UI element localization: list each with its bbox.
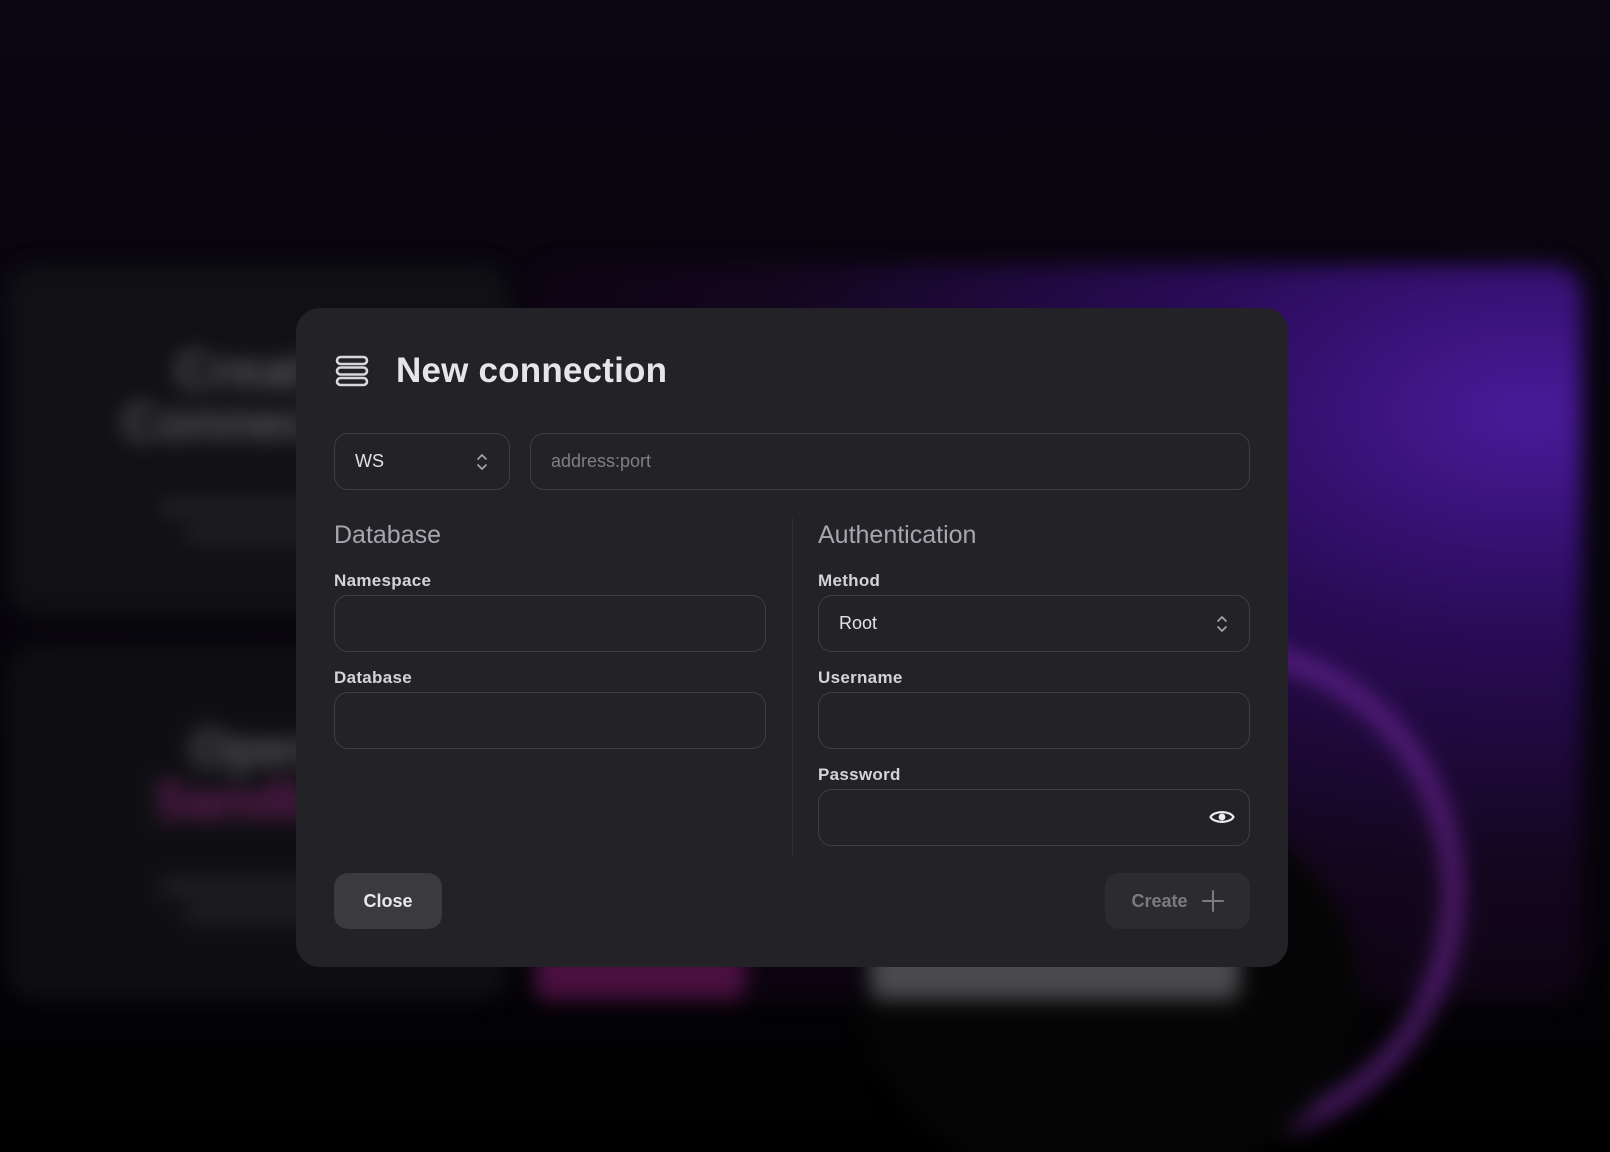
namespace-input[interactable] [334,595,766,652]
method-label: Method [818,571,881,590]
plus-icon [1201,890,1224,912]
chevron-up-down-icon [477,453,487,470]
chevron-up-down-icon [1217,615,1227,632]
close-button[interactable]: Close [334,873,442,929]
address-input[interactable] [530,433,1250,490]
create-button[interactable]: Create [1105,873,1250,929]
auth-method-select[interactable]: Root [818,595,1250,652]
new-connection-dialog: New connection WS Database Authenticatio… [296,308,1288,967]
protocol-select[interactable]: WS [334,433,510,490]
dialog-title: New connection [396,351,668,390]
background-text: Connec [122,394,313,452]
database-stack-icon [335,355,369,387]
create-button-label: Create [1131,890,1188,911]
namespace-label: Namespace [334,571,432,590]
username-label: Username [818,668,903,687]
dialog-header: New connection [334,351,667,391]
protocol-select-value: WS [355,451,384,471]
password-input[interactable] [818,789,1250,846]
database-section-title: Database [334,521,442,549]
auth-method-value: Root [839,613,878,633]
database-input[interactable] [334,692,766,749]
eye-icon[interactable] [1208,803,1236,831]
password-label: Password [818,765,901,784]
background-text: Sandb [155,772,314,830]
username-input[interactable] [818,692,1250,749]
section-divider [792,518,793,856]
database-label: Database [334,668,412,687]
authentication-section-title: Authentication [818,521,977,549]
